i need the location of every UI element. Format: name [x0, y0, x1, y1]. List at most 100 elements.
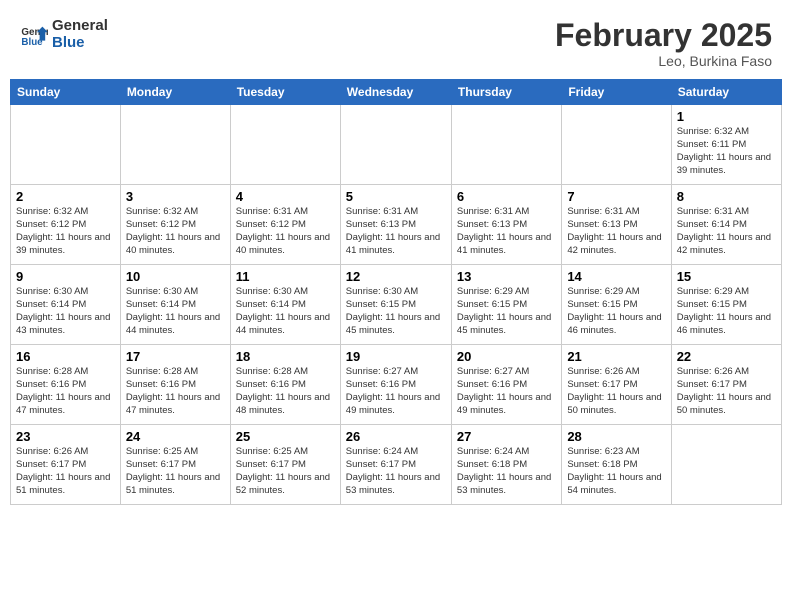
day-info: Sunrise: 6:28 AM Sunset: 6:16 PM Dayligh…: [236, 366, 335, 417]
day-info: Sunrise: 6:29 AM Sunset: 6:15 PM Dayligh…: [457, 286, 556, 337]
day-number: 13: [457, 269, 556, 284]
day-info: Sunrise: 6:29 AM Sunset: 6:15 PM Dayligh…: [567, 286, 665, 337]
calendar-cell: 12Sunrise: 6:30 AM Sunset: 6:15 PM Dayli…: [340, 265, 451, 345]
calendar-header-row: SundayMondayTuesdayWednesdayThursdayFrid…: [11, 80, 782, 105]
calendar-cell: 15 Sunrise: 6:29 AM Sunset: 6:15 PM Dayli…: [671, 265, 781, 345]
day-info: Sunrise: 6:24 AM Sunset: 6:18 PM Dayligh…: [457, 446, 556, 497]
day-info: Sunrise: 6:31 AM Sunset: 6:13 PM Dayligh…: [346, 206, 446, 257]
day-number: 4: [236, 189, 335, 204]
day-number: 11: [236, 269, 335, 284]
day-info: Sunrise: 6:31 AM Sunset: 6:13 PM Dayligh…: [567, 206, 665, 257]
day-number: 21: [567, 349, 665, 364]
calendar-week-row: 2 Sunrise: 6:32 AM Sunset: 6:12 PM Daylig…: [11, 185, 782, 265]
calendar-cell: [11, 105, 121, 185]
calendar-cell: [340, 105, 451, 185]
calendar-week-row: 16 Sunrise: 6:28 AM Sunset: 6:16 PM Dayli…: [11, 345, 782, 425]
calendar-cell: 9 Sunrise: 6:30 AM Sunset: 6:14 PM Daylig…: [11, 265, 121, 345]
day-number: 23: [16, 429, 115, 444]
day-number: 10: [126, 269, 225, 284]
calendar-cell: 27Sunrise: 6:24 AM Sunset: 6:18 PM Dayli…: [451, 425, 561, 505]
calendar-week-row: 1 Sunrise: 6:32 AM Sunset: 6:11 PM Daylig…: [11, 105, 782, 185]
weekday-header-saturday: Saturday: [671, 80, 781, 105]
logo-blue-text: Blue: [52, 35, 108, 52]
day-number: 15: [677, 269, 776, 284]
day-number: 22: [677, 349, 776, 364]
logo: General Blue General Blue: [20, 18, 108, 51]
day-info: Sunrise: 6:32 AM Sunset: 6:12 PM Dayligh…: [16, 206, 115, 257]
day-number: 17: [126, 349, 225, 364]
calendar-cell: 21 Sunrise: 6:26 AM Sunset: 6:17 PM Dayli…: [562, 345, 671, 425]
calendar-cell: [562, 105, 671, 185]
day-info: Sunrise: 6:28 AM Sunset: 6:16 PM Dayligh…: [126, 366, 225, 417]
day-info: Sunrise: 6:32 AM Sunset: 6:11 PM Dayligh…: [677, 126, 776, 177]
day-info: Sunrise: 6:26 AM Sunset: 6:17 PM Dayligh…: [567, 366, 665, 417]
day-info: Sunrise: 6:28 AM Sunset: 6:16 PM Dayligh…: [16, 366, 115, 417]
day-info: Sunrise: 6:31 AM Sunset: 6:13 PM Dayligh…: [457, 206, 556, 257]
day-number: 18: [236, 349, 335, 364]
calendar-cell: 8 Sunrise: 6:31 AM Sunset: 6:14 PM Daylig…: [671, 185, 781, 265]
day-number: 14: [567, 269, 665, 284]
day-info: Sunrise: 6:26 AM Sunset: 6:17 PM Dayligh…: [677, 366, 776, 417]
calendar-table: SundayMondayTuesdayWednesdayThursdayFrid…: [10, 79, 782, 505]
day-info: Sunrise: 6:31 AM Sunset: 6:14 PM Dayligh…: [677, 206, 776, 257]
calendar-cell: 6 Sunrise: 6:31 AM Sunset: 6:13 PM Daylig…: [451, 185, 561, 265]
day-info: Sunrise: 6:30 AM Sunset: 6:14 PM Dayligh…: [126, 286, 225, 337]
day-number: 1: [677, 109, 776, 124]
calendar-cell: 25Sunrise: 6:25 AM Sunset: 6:17 PM Dayli…: [230, 425, 340, 505]
location-subtitle: Leo, Burkina Faso: [555, 53, 772, 69]
day-number: 6: [457, 189, 556, 204]
day-number: 8: [677, 189, 776, 204]
day-number: 24: [126, 429, 225, 444]
day-info: Sunrise: 6:27 AM Sunset: 6:16 PM Dayligh…: [346, 366, 446, 417]
day-number: 25: [236, 429, 335, 444]
day-info: Sunrise: 6:30 AM Sunset: 6:14 PM Dayligh…: [16, 286, 115, 337]
calendar-body: 1 Sunrise: 6:32 AM Sunset: 6:11 PM Daylig…: [11, 105, 782, 505]
calendar-cell: 11 Sunrise: 6:30 AM Sunset: 6:14 PM Dayli…: [230, 265, 340, 345]
page-header: General Blue General Blue February 2025 …: [10, 10, 782, 73]
calendar-cell: 23 Sunrise: 6:26 AM Sunset: 6:17 PM Dayli…: [11, 425, 121, 505]
calendar-cell: 18 Sunrise: 6:28 AM Sunset: 6:16 PM Dayli…: [230, 345, 340, 425]
calendar-cell: 4 Sunrise: 6:31 AM Sunset: 6:12 PM Daylig…: [230, 185, 340, 265]
calendar-cell: 14 Sunrise: 6:29 AM Sunset: 6:15 PM Dayli…: [562, 265, 671, 345]
day-number: 19: [346, 349, 446, 364]
day-info: Sunrise: 6:25 AM Sunset: 6:17 PM Dayligh…: [126, 446, 225, 497]
calendar-cell: [671, 425, 781, 505]
day-info: Sunrise: 6:31 AM Sunset: 6:12 PM Dayligh…: [236, 206, 335, 257]
day-number: 5: [346, 189, 446, 204]
calendar-cell: [230, 105, 340, 185]
day-info: Sunrise: 6:26 AM Sunset: 6:17 PM Dayligh…: [16, 446, 115, 497]
logo-icon: General Blue: [20, 21, 48, 49]
calendar-cell: 16 Sunrise: 6:28 AM Sunset: 6:16 PM Dayli…: [11, 345, 121, 425]
day-info: Sunrise: 6:30 AM Sunset: 6:14 PM Dayligh…: [236, 286, 335, 337]
title-block: February 2025 Leo, Burkina Faso: [555, 18, 772, 69]
calendar-cell: 17 Sunrise: 6:28 AM Sunset: 6:16 PM Dayli…: [120, 345, 230, 425]
day-info: Sunrise: 6:29 AM Sunset: 6:15 PM Dayligh…: [677, 286, 776, 337]
calendar-cell: 7Sunrise: 6:31 AM Sunset: 6:13 PM Daylig…: [562, 185, 671, 265]
calendar-cell: 13 Sunrise: 6:29 AM Sunset: 6:15 PM Dayli…: [451, 265, 561, 345]
weekday-header-thursday: Thursday: [451, 80, 561, 105]
calendar-cell: 3Sunrise: 6:32 AM Sunset: 6:12 PM Daylig…: [120, 185, 230, 265]
day-number: 16: [16, 349, 115, 364]
calendar-cell: 22 Sunrise: 6:26 AM Sunset: 6:17 PM Dayli…: [671, 345, 781, 425]
weekday-header-monday: Monday: [120, 80, 230, 105]
weekday-header-friday: Friday: [562, 80, 671, 105]
day-number: 20: [457, 349, 556, 364]
calendar-cell: 19 Sunrise: 6:27 AM Sunset: 6:16 PM Dayli…: [340, 345, 451, 425]
day-number: 9: [16, 269, 115, 284]
day-info: Sunrise: 6:24 AM Sunset: 6:17 PM Dayligh…: [346, 446, 446, 497]
day-info: Sunrise: 6:23 AM Sunset: 6:18 PM Dayligh…: [567, 446, 665, 497]
calendar-cell: [120, 105, 230, 185]
calendar-cell: [451, 105, 561, 185]
weekday-header-wednesday: Wednesday: [340, 80, 451, 105]
calendar-cell: 10 Sunrise: 6:30 AM Sunset: 6:14 PM Dayli…: [120, 265, 230, 345]
calendar-week-row: 23 Sunrise: 6:26 AM Sunset: 6:17 PM Dayli…: [11, 425, 782, 505]
calendar-cell: 26Sunrise: 6:24 AM Sunset: 6:17 PM Dayli…: [340, 425, 451, 505]
day-number: 2: [16, 189, 115, 204]
day-number: 3: [126, 189, 225, 204]
calendar-cell: 2 Sunrise: 6:32 AM Sunset: 6:12 PM Daylig…: [11, 185, 121, 265]
day-number: 28: [567, 429, 665, 444]
calendar-cell: 28 Sunrise: 6:23 AM Sunset: 6:18 PM Dayli…: [562, 425, 671, 505]
calendar-cell: 20 Sunrise: 6:27 AM Sunset: 6:16 PM Dayli…: [451, 345, 561, 425]
day-info: Sunrise: 6:27 AM Sunset: 6:16 PM Dayligh…: [457, 366, 556, 417]
month-title: February 2025: [555, 18, 772, 53]
